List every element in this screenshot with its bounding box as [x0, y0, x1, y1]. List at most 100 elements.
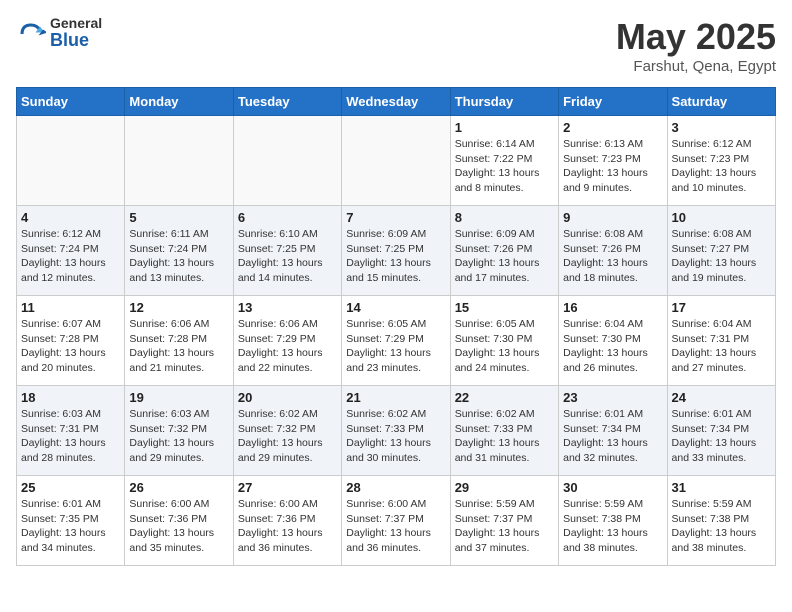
day-info: Sunrise: 6:12 AM Sunset: 7:24 PM Dayligh…	[21, 227, 120, 286]
title-section: May 2025 Farshut, Qena, Egypt	[616, 16, 776, 75]
table-row: 3 Sunrise: 6:12 AM Sunset: 7:23 PM Daylig…	[667, 116, 775, 206]
day-number: 13	[238, 300, 337, 315]
day-number: 3	[672, 120, 771, 135]
logo-blue-text: Blue	[50, 31, 102, 51]
month-year-title: May 2025	[616, 16, 776, 58]
day-number: 17	[672, 300, 771, 315]
day-number: 25	[21, 480, 120, 495]
day-number: 22	[455, 390, 554, 405]
table-row: 26 Sunrise: 6:00 AM Sunset: 7:36 PM Dayli…	[125, 476, 233, 566]
day-info: Sunrise: 6:10 AM Sunset: 7:25 PM Dayligh…	[238, 227, 337, 286]
day-info: Sunrise: 6:08 AM Sunset: 7:26 PM Dayligh…	[563, 227, 662, 286]
table-row: 21 Sunrise: 6:02 AM Sunset: 7:33 PM Dayli…	[342, 386, 450, 476]
table-row: 9 Sunrise: 6:08 AM Sunset: 7:26 PM Daylig…	[559, 206, 667, 296]
day-info: Sunrise: 6:07 AM Sunset: 7:28 PM Dayligh…	[21, 317, 120, 376]
table-row: 4 Sunrise: 6:12 AM Sunset: 7:24 PM Daylig…	[17, 206, 125, 296]
table-row: 27 Sunrise: 6:00 AM Sunset: 7:36 PM Dayli…	[233, 476, 341, 566]
day-info: Sunrise: 6:02 AM Sunset: 7:33 PM Dayligh…	[346, 407, 445, 466]
day-number: 15	[455, 300, 554, 315]
day-info: Sunrise: 6:13 AM Sunset: 7:23 PM Dayligh…	[563, 137, 662, 196]
calendar-week-row: 4 Sunrise: 6:12 AM Sunset: 7:24 PM Daylig…	[17, 206, 776, 296]
day-info: Sunrise: 6:02 AM Sunset: 7:32 PM Dayligh…	[238, 407, 337, 466]
day-info: Sunrise: 6:03 AM Sunset: 7:32 PM Dayligh…	[129, 407, 228, 466]
day-number: 19	[129, 390, 228, 405]
day-number: 29	[455, 480, 554, 495]
day-number: 1	[455, 120, 554, 135]
table-row	[233, 116, 341, 206]
calendar-header: Sunday Monday Tuesday Wednesday Thursday…	[17, 88, 776, 116]
day-info: Sunrise: 6:04 AM Sunset: 7:31 PM Dayligh…	[672, 317, 771, 376]
day-info: Sunrise: 6:08 AM Sunset: 7:27 PM Dayligh…	[672, 227, 771, 286]
page-header: General Blue May 2025 Farshut, Qena, Egy…	[16, 16, 776, 75]
day-number: 10	[672, 210, 771, 225]
table-row: 25Sunrise: 6:01 AM Sunset: 7:35 PM Dayli…	[17, 476, 125, 566]
day-info: Sunrise: 6:00 AM Sunset: 7:36 PM Dayligh…	[129, 497, 228, 556]
calendar-week-row: 11 Sunrise: 6:07 AM Sunset: 7:28 PM Dayli…	[17, 296, 776, 386]
table-row	[17, 116, 125, 206]
table-row: 7 Sunrise: 6:09 AM Sunset: 7:25 PM Daylig…	[342, 206, 450, 296]
table-row: 5 Sunrise: 6:11 AM Sunset: 7:24 PM Daylig…	[125, 206, 233, 296]
table-row: 6 Sunrise: 6:10 AM Sunset: 7:25 PM Daylig…	[233, 206, 341, 296]
day-number: 23	[563, 390, 662, 405]
day-info: Sunrise: 6:11 AM Sunset: 7:24 PM Dayligh…	[129, 227, 228, 286]
table-row: 14 Sunrise: 6:05 AM Sunset: 7:29 PM Dayli…	[342, 296, 450, 386]
day-number: 9	[563, 210, 662, 225]
day-number: 5	[129, 210, 228, 225]
table-row: 20 Sunrise: 6:02 AM Sunset: 7:32 PM Dayli…	[233, 386, 341, 476]
day-number: 8	[455, 210, 554, 225]
header-saturday: Saturday	[667, 88, 775, 116]
day-number: 6	[238, 210, 337, 225]
table-row	[342, 116, 450, 206]
day-info: Sunrise: 5:59 AM Sunset: 7:38 PM Dayligh…	[563, 497, 662, 556]
header-thursday: Thursday	[450, 88, 558, 116]
logo-icon	[16, 19, 46, 49]
day-info: Sunrise: 6:12 AM Sunset: 7:23 PM Dayligh…	[672, 137, 771, 196]
table-row: 19 Sunrise: 6:03 AM Sunset: 7:32 PM Dayli…	[125, 386, 233, 476]
table-row: 29Sunrise: 5:59 AM Sunset: 7:37 PM Dayli…	[450, 476, 558, 566]
logo-general-text: General	[50, 16, 102, 31]
table-row	[125, 116, 233, 206]
day-info: Sunrise: 6:09 AM Sunset: 7:26 PM Dayligh…	[455, 227, 554, 286]
table-row: 18Sunrise: 6:03 AM Sunset: 7:31 PM Dayli…	[17, 386, 125, 476]
table-row: 31 Sunrise: 5:59 AM Sunset: 7:38 PM Dayli…	[667, 476, 775, 566]
day-number: 31	[672, 480, 771, 495]
day-number: 28	[346, 480, 445, 495]
calendar-week-row: 18Sunrise: 6:03 AM Sunset: 7:31 PM Dayli…	[17, 386, 776, 476]
header-sunday: Sunday	[17, 88, 125, 116]
day-info: Sunrise: 6:03 AM Sunset: 7:31 PM Dayligh…	[21, 407, 120, 466]
logo: General Blue	[16, 16, 102, 51]
table-row: 16Sunrise: 6:04 AM Sunset: 7:30 PM Dayli…	[559, 296, 667, 386]
header-friday: Friday	[559, 88, 667, 116]
header-wednesday: Wednesday	[342, 88, 450, 116]
day-number: 20	[238, 390, 337, 405]
day-number: 7	[346, 210, 445, 225]
calendar-body: 1 Sunrise: 6:14 AM Sunset: 7:22 PM Daylig…	[17, 116, 776, 566]
day-info: Sunrise: 6:05 AM Sunset: 7:29 PM Dayligh…	[346, 317, 445, 376]
day-info: Sunrise: 6:09 AM Sunset: 7:25 PM Dayligh…	[346, 227, 445, 286]
day-number: 26	[129, 480, 228, 495]
header-monday: Monday	[125, 88, 233, 116]
day-info: Sunrise: 6:00 AM Sunset: 7:36 PM Dayligh…	[238, 497, 337, 556]
day-info: Sunrise: 6:00 AM Sunset: 7:37 PM Dayligh…	[346, 497, 445, 556]
day-number: 27	[238, 480, 337, 495]
table-row: 15Sunrise: 6:05 AM Sunset: 7:30 PM Dayli…	[450, 296, 558, 386]
day-info: Sunrise: 6:01 AM Sunset: 7:34 PM Dayligh…	[672, 407, 771, 466]
table-row: 12Sunrise: 6:06 AM Sunset: 7:28 PM Dayli…	[125, 296, 233, 386]
logo-text: General Blue	[50, 16, 102, 51]
table-row: 1 Sunrise: 6:14 AM Sunset: 7:22 PM Daylig…	[450, 116, 558, 206]
table-row: 22 Sunrise: 6:02 AM Sunset: 7:33 PM Dayli…	[450, 386, 558, 476]
day-info: Sunrise: 6:04 AM Sunset: 7:30 PM Dayligh…	[563, 317, 662, 376]
day-info: Sunrise: 6:02 AM Sunset: 7:33 PM Dayligh…	[455, 407, 554, 466]
table-row: 10 Sunrise: 6:08 AM Sunset: 7:27 PM Dayli…	[667, 206, 775, 296]
table-row: 30Sunrise: 5:59 AM Sunset: 7:38 PM Dayli…	[559, 476, 667, 566]
weekday-header-row: Sunday Monday Tuesday Wednesday Thursday…	[17, 88, 776, 116]
table-row: 24Sunrise: 6:01 AM Sunset: 7:34 PM Dayli…	[667, 386, 775, 476]
day-number: 11	[21, 300, 120, 315]
day-number: 14	[346, 300, 445, 315]
day-number: 21	[346, 390, 445, 405]
day-info: Sunrise: 6:14 AM Sunset: 7:22 PM Dayligh…	[455, 137, 554, 196]
day-info: Sunrise: 5:59 AM Sunset: 7:38 PM Dayligh…	[672, 497, 771, 556]
day-info: Sunrise: 6:06 AM Sunset: 7:29 PM Dayligh…	[238, 317, 337, 376]
location-subtitle: Farshut, Qena, Egypt	[616, 58, 776, 75]
day-number: 4	[21, 210, 120, 225]
